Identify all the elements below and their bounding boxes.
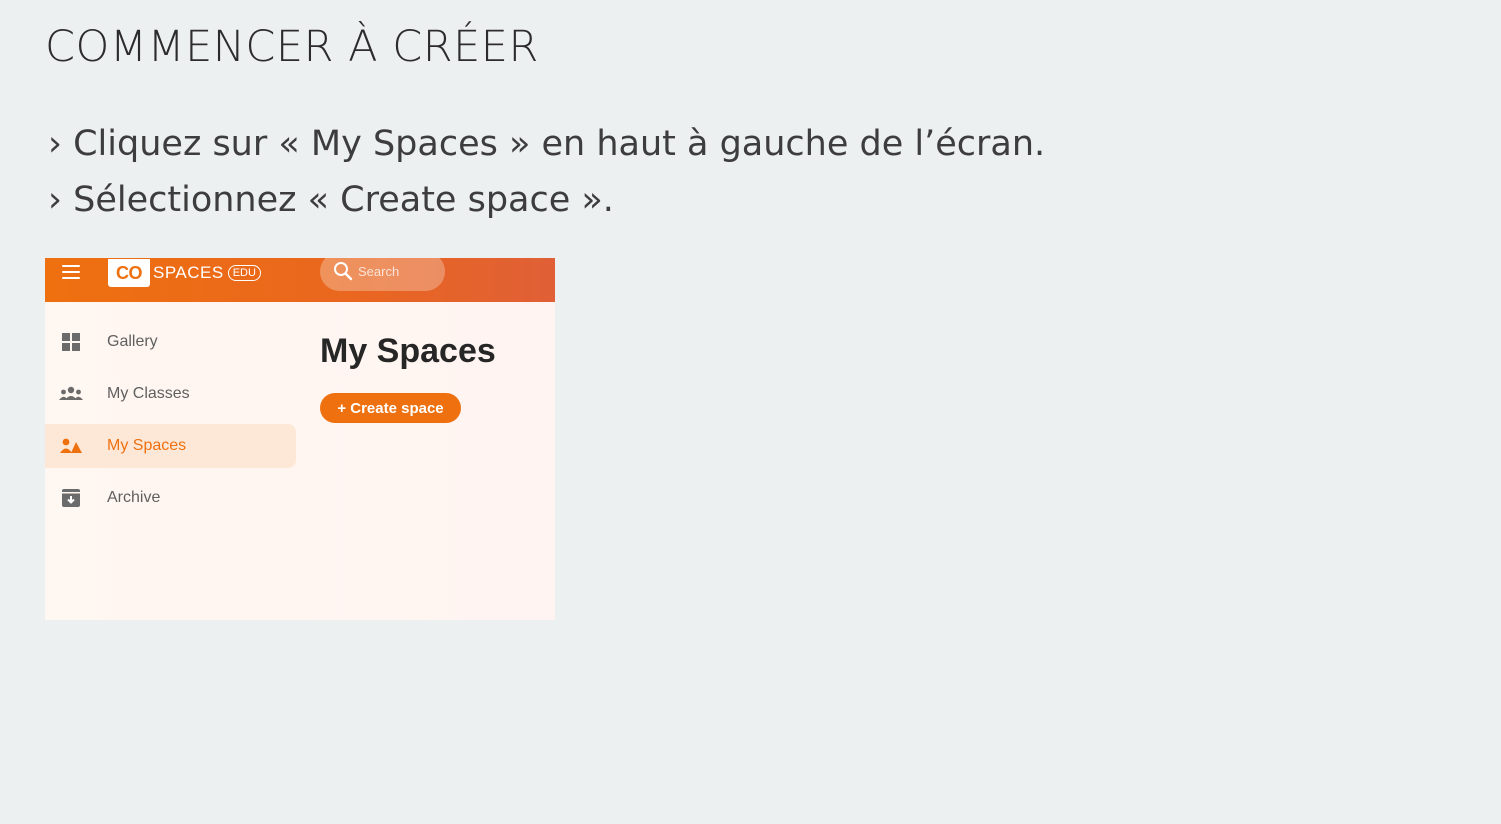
- hamburger-menu-icon[interactable]: [62, 265, 80, 279]
- spaces-icon: [60, 438, 82, 453]
- logo-edu-badge: EDU: [227, 265, 261, 281]
- sidebar-nav: Gallery My Classes My Spaces Archive: [45, 320, 296, 528]
- create-space-button[interactable]: + Create space: [320, 393, 461, 423]
- sidebar-item-gallery[interactable]: Gallery: [45, 320, 296, 364]
- sidebar-item-label: My Classes: [107, 385, 190, 402]
- archive-icon: [62, 489, 80, 507]
- sidebar-item-my-classes[interactable]: My Classes: [45, 372, 296, 416]
- search-icon: [334, 262, 353, 281]
- search-input[interactable]: [358, 261, 438, 281]
- instructions-list: › Cliquez sur « My Spaces » en haut à ga…: [48, 116, 1045, 228]
- cospaces-logo[interactable]: CO SPACES EDU: [108, 258, 261, 288]
- sidebar-item-label: Gallery: [107, 333, 158, 350]
- grid-icon: [62, 333, 80, 351]
- sidebar-item-archive[interactable]: Archive: [45, 476, 296, 520]
- instruction-step-2: › Sélectionnez « Create space ».: [48, 180, 614, 220]
- search-bar[interactable]: [320, 258, 445, 291]
- sidebar-item-label: My Spaces: [107, 437, 187, 454]
- top-bar: CO SPACES EDU: [45, 258, 555, 302]
- instruction-step-1: › Cliquez sur « My Spaces » en haut à ga…: [48, 124, 1046, 164]
- slide-title: COMMENCER À CRÉER: [45, 22, 539, 72]
- page-title: My Spaces: [320, 332, 496, 370]
- app-screenshot: CO SPACES EDU Gallery: [45, 258, 555, 620]
- logo-spaces: SPACES: [153, 263, 224, 282]
- logo-co: CO: [108, 259, 150, 287]
- sidebar-item-label: Archive: [107, 489, 161, 506]
- sidebar-item-my-spaces[interactable]: My Spaces: [45, 424, 296, 468]
- group-icon: [59, 386, 83, 400]
